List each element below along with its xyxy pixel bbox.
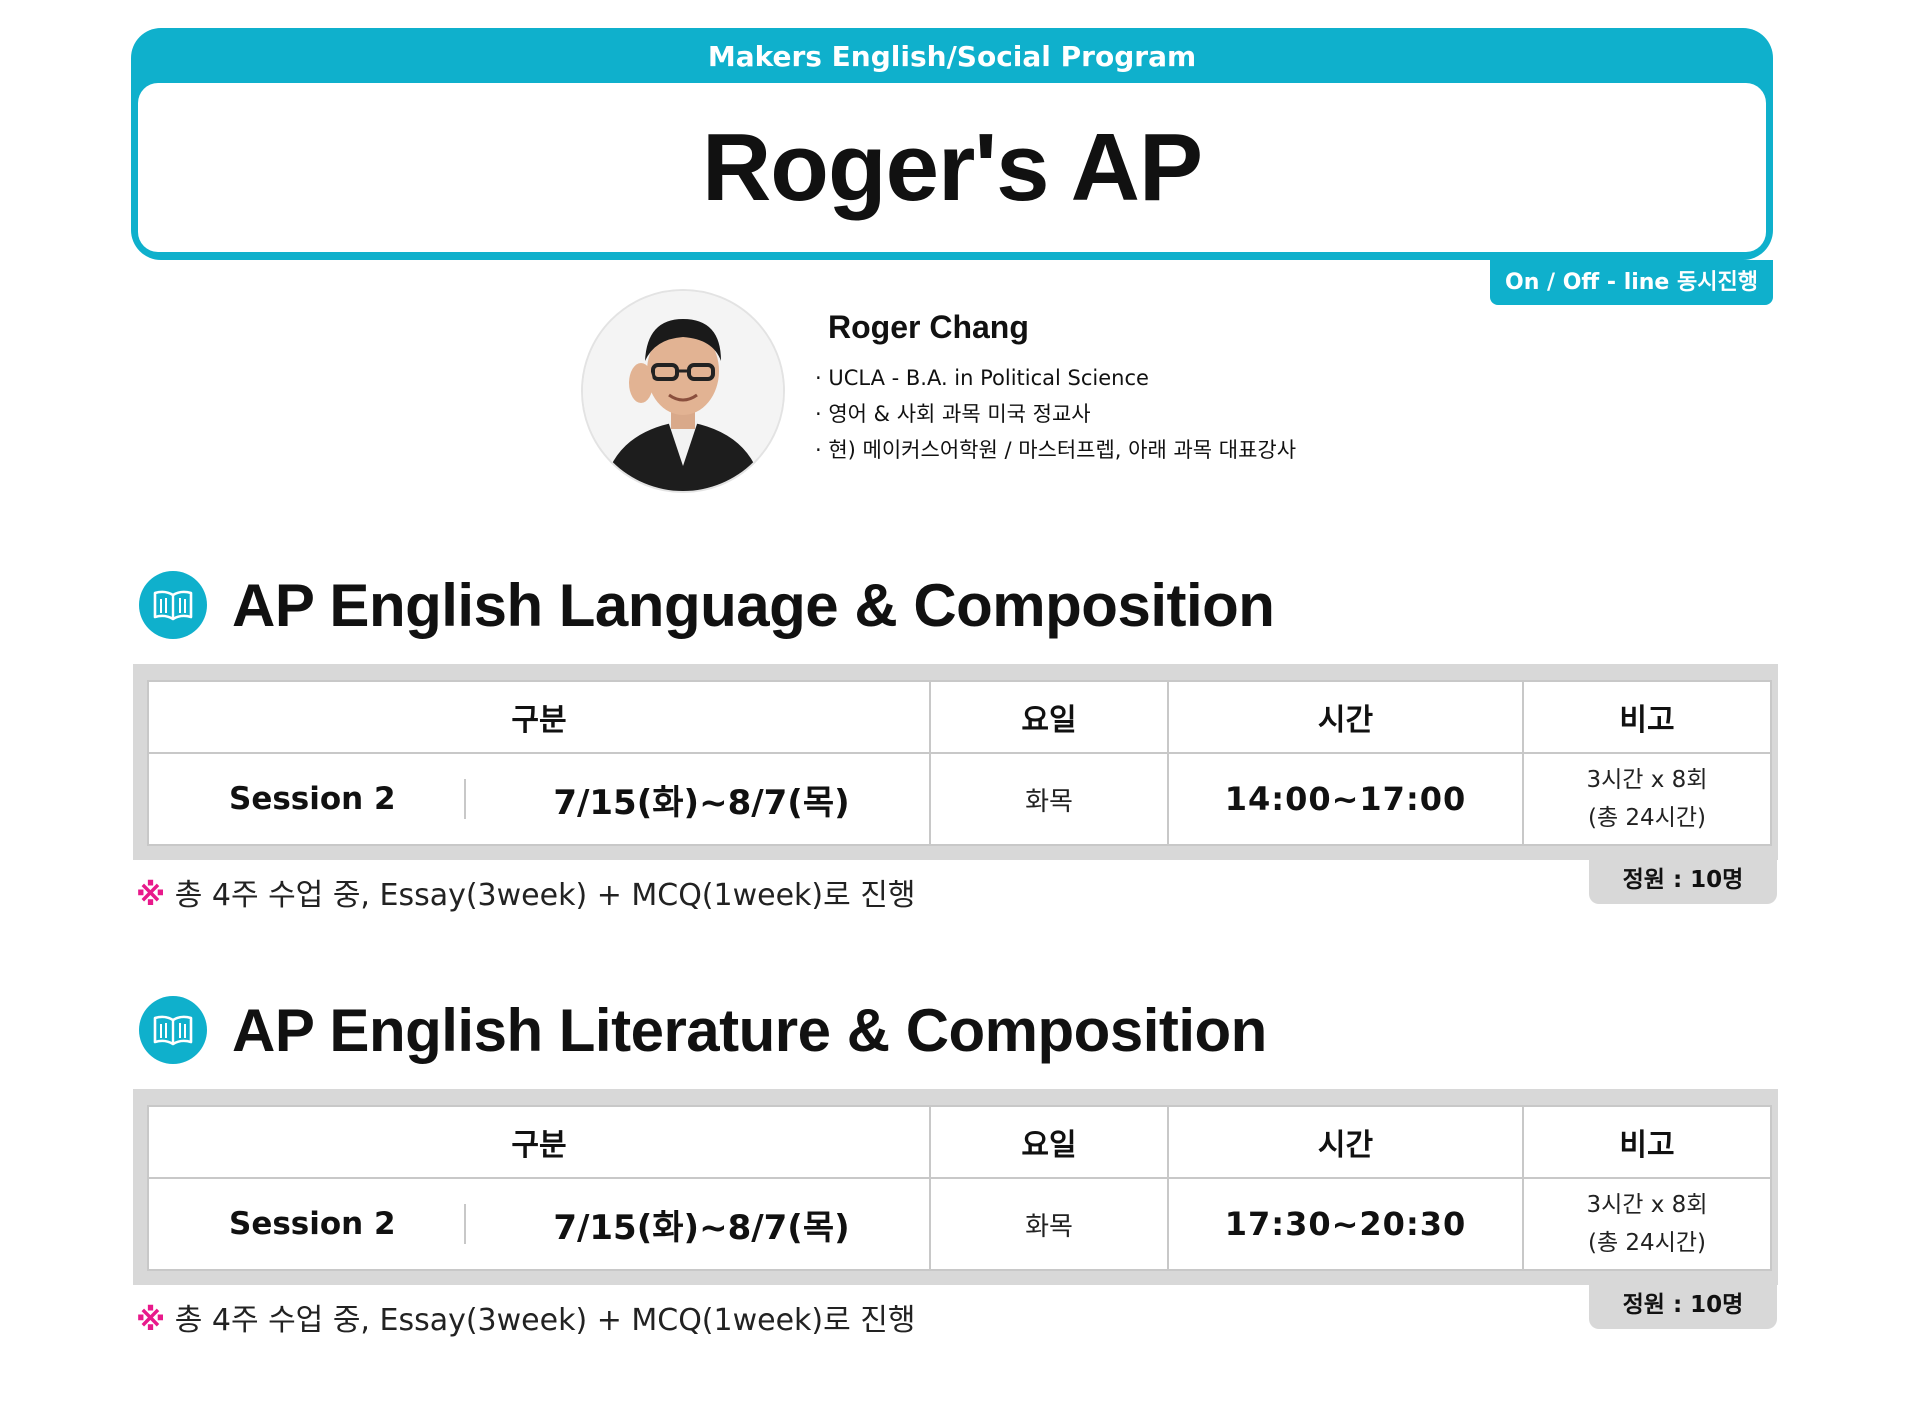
course-title: AP English Literature & Composition (232, 996, 1267, 1064)
instructor-credentials: UCLA - B.A. in Political Science 영어 & 사회… (815, 360, 1296, 468)
schedule-table-frame: 구분 요일 시간 비고 Session 2 7/15(화)~8/7(목) 화목 … (133, 1089, 1778, 1285)
note-line: 3시간 x 8회 (1586, 767, 1708, 793)
session-cell: Session 2 7/15(화)~8/7(목) (147, 752, 931, 846)
schedule-table-frame: 구분 요일 시간 비고 Session 2 7/15(화)~8/7(목) 화목 … (133, 664, 1778, 860)
table-header-row: 구분 요일 시간 비고 (147, 1105, 1772, 1179)
header-day: 요일 (929, 680, 1169, 754)
open-book-icon (139, 996, 207, 1064)
footnote: ※ 총 4주 수업 중, Essay(3week) + MCQ(1week)로 … (136, 870, 915, 914)
session-name: Session 2 (229, 781, 396, 817)
header-category: 구분 (147, 1105, 931, 1179)
program-name: Makers English/Social Program (707, 40, 1197, 73)
table-row: Session 2 7/15(화)~8/7(목) 화목 14:00~17:00 … (147, 752, 1772, 846)
footnote-text: 총 4주 수업 중, Essay(3week) + MCQ(1week)로 진행 (174, 878, 916, 913)
footnote: ※ 총 4주 수업 중, Essay(3week) + MCQ(1week)로 … (136, 1295, 915, 1339)
schedule-table: 구분 요일 시간 비고 Session 2 7/15(화)~8/7(목) 화목 … (147, 680, 1772, 846)
time-cell: 17:30~20:30 (1167, 1177, 1524, 1271)
credential-item: 영어 & 사회 과목 미국 정교사 (815, 396, 1296, 432)
header-category: 구분 (147, 680, 931, 754)
capacity-badge: 정원 : 10명 (1589, 860, 1777, 904)
person-photo-icon (583, 291, 783, 491)
note-line: (총 24시간) (1587, 805, 1706, 831)
course-header: AP English Literature & Composition (139, 985, 1267, 1075)
footnote-text: 총 4주 수업 중, Essay(3week) + MCQ(1week)로 진행 (174, 1303, 916, 1338)
reference-mark-icon: ※ (136, 878, 166, 913)
open-book-icon (139, 571, 207, 639)
session-dates: 7/15(화)~8/7(목) (553, 1207, 850, 1248)
day-cell: 화목 (929, 1177, 1169, 1271)
header-time: 시간 (1167, 680, 1524, 754)
mode-tag: On / Off - line 동시진행 (1490, 260, 1773, 305)
table-row: Session 2 7/15(화)~8/7(목) 화목 17:30~20:30 … (147, 1177, 1772, 1271)
time-cell: 14:00~17:00 (1167, 752, 1524, 846)
page-title: Roger's AP (701, 113, 1203, 221)
divider (464, 1204, 466, 1244)
header-note: 비고 (1522, 680, 1772, 754)
schedule-table: 구분 요일 시간 비고 Session 2 7/15(화)~8/7(목) 화목 … (147, 1105, 1772, 1271)
banner-title-box: Roger's AP (138, 83, 1766, 252)
course-header: AP English Language & Composition (139, 560, 1275, 650)
note-cell: 3시간 x 8회 (총 24시간) (1522, 1177, 1772, 1271)
session-name: Session 2 (229, 1206, 396, 1242)
header-time: 시간 (1167, 1105, 1524, 1179)
instructor-avatar (581, 289, 785, 493)
note-line: (총 24시간) (1587, 1230, 1706, 1256)
session-dates: 7/15(화)~8/7(목) (553, 782, 850, 823)
header-note: 비고 (1522, 1105, 1772, 1179)
day-cell: 화목 (929, 752, 1169, 846)
credential-item: UCLA - B.A. in Political Science (815, 360, 1296, 396)
reference-mark-icon: ※ (136, 1303, 166, 1338)
capacity-badge: 정원 : 10명 (1589, 1285, 1777, 1329)
credential-item: 현) 메이커스어학원 / 마스터프렙, 아래 과목 대표강사 (815, 432, 1296, 468)
instructor-name: Roger Chang (828, 309, 1029, 345)
note-line: 3시간 x 8회 (1586, 1192, 1708, 1218)
course-title: AP English Language & Composition (232, 571, 1275, 639)
divider (464, 779, 466, 819)
program-banner: Makers English/Social Program Roger's AP (131, 28, 1773, 260)
note-cell: 3시간 x 8회 (총 24시간) (1522, 752, 1772, 846)
session-cell: Session 2 7/15(화)~8/7(목) (147, 1177, 931, 1271)
header-day: 요일 (929, 1105, 1169, 1179)
table-header-row: 구분 요일 시간 비고 (147, 680, 1772, 754)
